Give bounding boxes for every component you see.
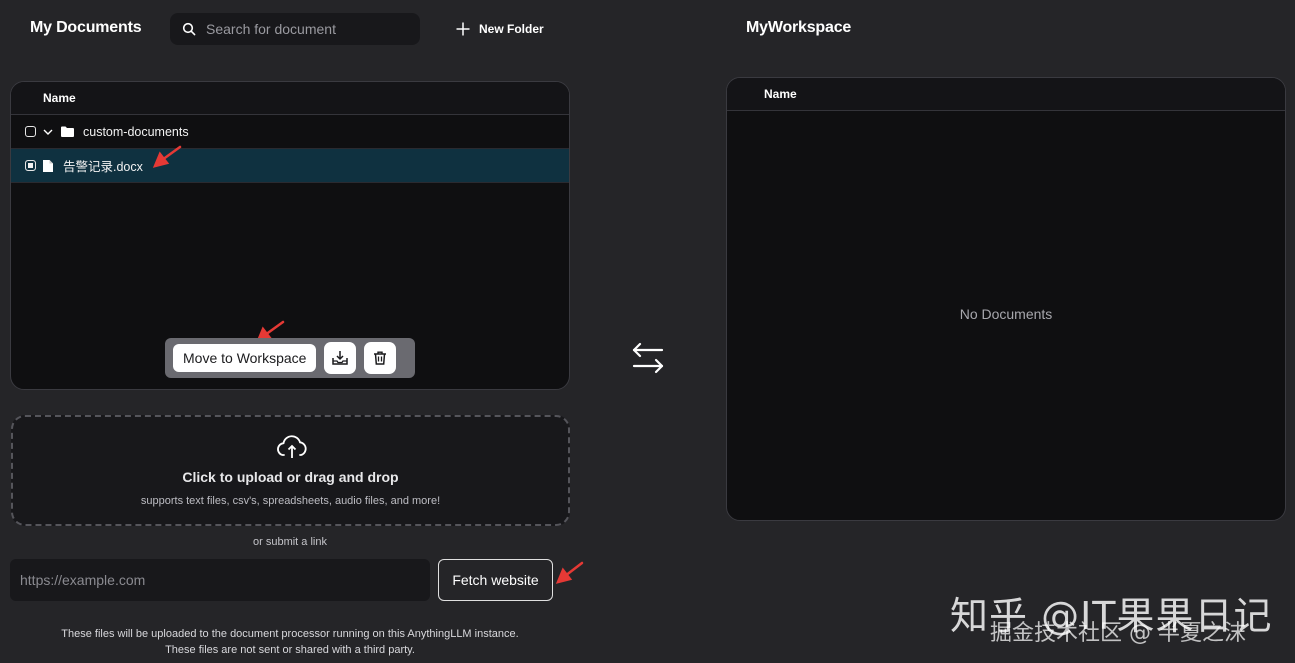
selection-action-bar: Move to Workspace: [165, 338, 415, 378]
workspace-title: MyWorkspace: [746, 19, 852, 36]
note-line-1: These files will be uploaded to the docu…: [61, 628, 519, 640]
upload-privacy-note: These files will be uploaded to the docu…: [10, 626, 570, 658]
or-submit-link-text: or submit a link: [253, 536, 327, 548]
embed-tray-icon: [332, 351, 349, 365]
upload-title: Click to upload or drag and drop: [182, 469, 399, 485]
upload-subtitle: supports text files, csv's, spreadsheets…: [140, 495, 441, 507]
trash-icon: [374, 351, 387, 365]
note-line-2: These files are not sent or shared with …: [165, 644, 415, 656]
watermark-juejin: 掘金技术社区 @ 半夏之沫: [990, 621, 1246, 646]
annotation-arrowhead-fetch: [555, 567, 573, 584]
move-to-workspace-button[interactable]: Move to Workspace: [173, 344, 317, 372]
cloud-upload-icon: [277, 435, 307, 458]
upload-dropzone[interactable]: Click to upload or drag and drop support…: [11, 415, 570, 526]
swap-arrows-icon[interactable]: [630, 342, 666, 374]
fetch-website-button[interactable]: Fetch website: [438, 559, 553, 601]
delete-button[interactable]: [364, 342, 397, 374]
embed-button[interactable]: [324, 342, 357, 374]
annotation-arrowhead-file: [152, 151, 170, 168]
url-input[interactable]: [10, 559, 430, 601]
workspace-panel: Name No Documents: [726, 77, 1286, 521]
workspace-table-header: Name: [727, 78, 1285, 111]
no-documents-text: No Documents: [959, 306, 1053, 322]
workspace-name-column-header: Name: [764, 87, 797, 101]
